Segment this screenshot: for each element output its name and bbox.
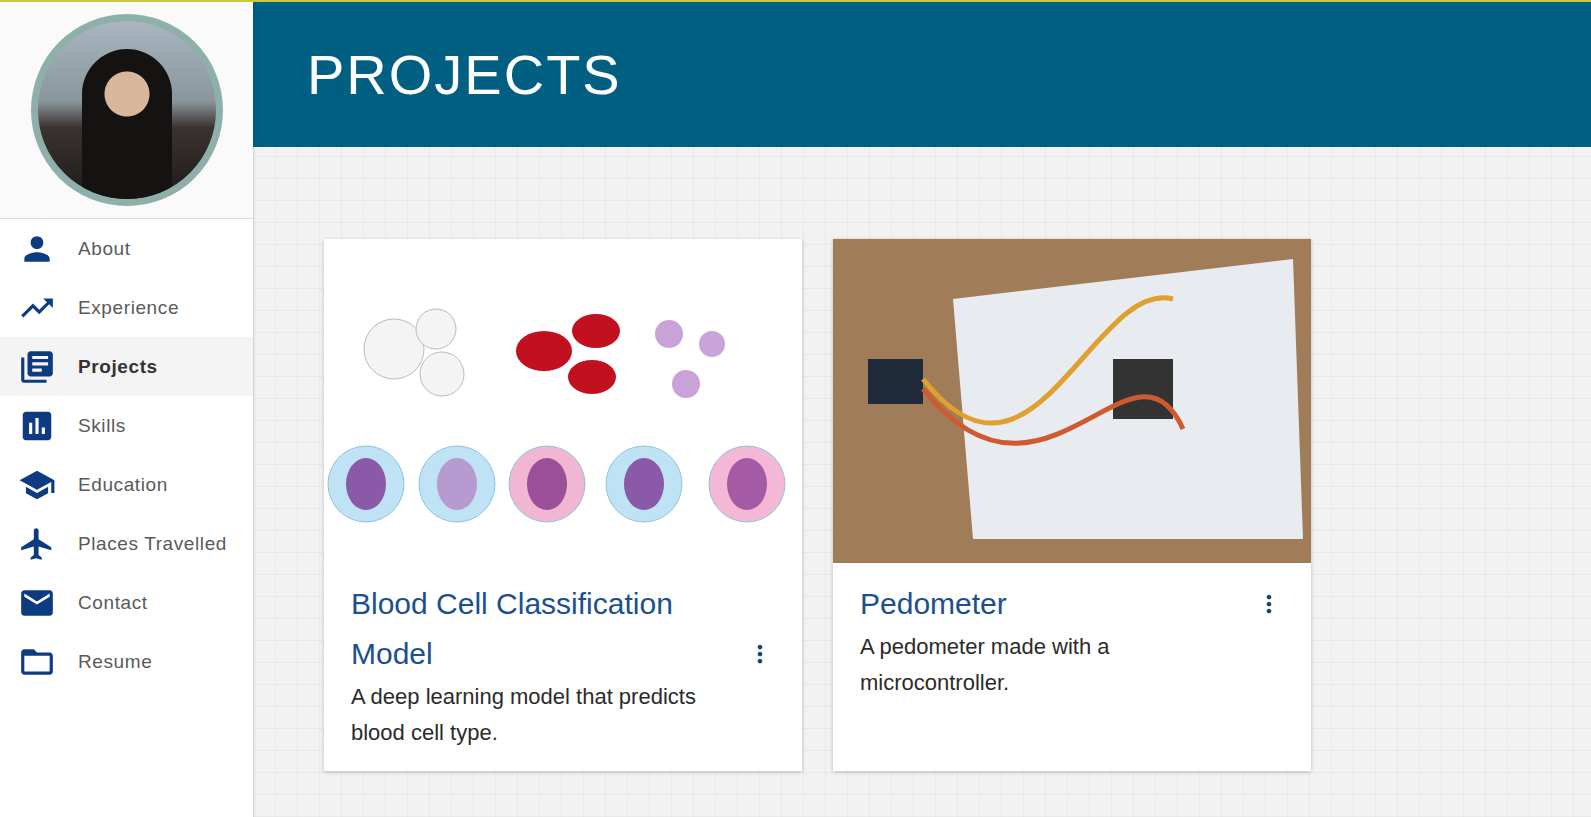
nav-item[interactable]: Experience bbox=[0, 278, 253, 337]
project-image bbox=[833, 239, 1311, 563]
nav-item[interactable]: Contact bbox=[0, 573, 253, 632]
nav-label: About bbox=[78, 238, 131, 260]
nav-item[interactable]: Projects bbox=[0, 337, 253, 396]
nav-label: Experience bbox=[78, 297, 179, 319]
microcontroller-photo bbox=[833, 239, 1311, 563]
plane-icon bbox=[18, 525, 56, 563]
card-menu-button[interactable] bbox=[1254, 579, 1284, 629]
nav-label: Resume bbox=[78, 651, 152, 673]
project-card[interactable]: Blood Cell Classification ModelA deep le… bbox=[324, 239, 802, 771]
page-title: PROJECTS bbox=[307, 42, 622, 107]
folder-icon bbox=[18, 643, 56, 681]
person-icon bbox=[18, 230, 56, 268]
card-title: Blood Cell Classification Model bbox=[351, 579, 731, 679]
sidebar: About Experience Projects Skills Education Pl… bbox=[0, 2, 253, 817]
avatar-photo bbox=[31, 14, 223, 206]
nav-label: Education bbox=[78, 474, 168, 496]
project-grid: Blood Cell Classification ModelA deep le… bbox=[253, 147, 1591, 771]
nav-label: Places Travelled bbox=[78, 533, 227, 555]
card-body: Blood Cell Classification ModelA deep le… bbox=[324, 563, 802, 771]
nav-item[interactable]: Places Travelled bbox=[0, 514, 253, 573]
more-vertical-icon bbox=[746, 640, 774, 668]
card-title-row: Pedometer bbox=[860, 579, 1284, 629]
chart-icon bbox=[18, 407, 56, 445]
blood-cells-illustration bbox=[324, 239, 802, 563]
project-image bbox=[324, 239, 802, 563]
main-content: PROJECTSBlood Cell Classification ModelA… bbox=[253, 2, 1591, 817]
card-description: A pedometer made with a microcontroller. bbox=[860, 629, 1260, 701]
nav-label: Projects bbox=[78, 356, 158, 378]
avatar-area bbox=[0, 2, 253, 219]
page-header: PROJECTS bbox=[253, 2, 1591, 147]
nav-list: About Experience Projects Skills Education Pl… bbox=[0, 219, 253, 691]
nav-label: Contact bbox=[78, 592, 148, 614]
envelope-icon bbox=[18, 584, 56, 622]
nav-item[interactable]: Education bbox=[0, 455, 253, 514]
nav-item[interactable]: About bbox=[0, 219, 253, 278]
project-card[interactable]: PedometerA pedometer made with a microco… bbox=[833, 239, 1311, 771]
avatar-figure bbox=[82, 49, 172, 199]
trend-icon bbox=[18, 289, 56, 327]
nav-item[interactable]: Skills bbox=[0, 396, 253, 455]
articles-icon bbox=[18, 348, 56, 386]
card-menu-button[interactable] bbox=[745, 629, 775, 679]
portfolio-page: About Experience Projects Skills Education Pl… bbox=[0, 0, 1591, 817]
card-body: PedometerA pedometer made with a microco… bbox=[833, 563, 1311, 721]
nav-item[interactable]: Resume bbox=[0, 632, 253, 691]
more-vertical-icon bbox=[1255, 590, 1283, 618]
card-title-row: Blood Cell Classification Model bbox=[351, 579, 775, 679]
card-title: Pedometer bbox=[860, 579, 1007, 629]
card-description: A deep learning model that predicts bloo… bbox=[351, 679, 751, 751]
nav-label: Skills bbox=[78, 415, 126, 437]
graduation-cap-icon bbox=[18, 466, 56, 504]
